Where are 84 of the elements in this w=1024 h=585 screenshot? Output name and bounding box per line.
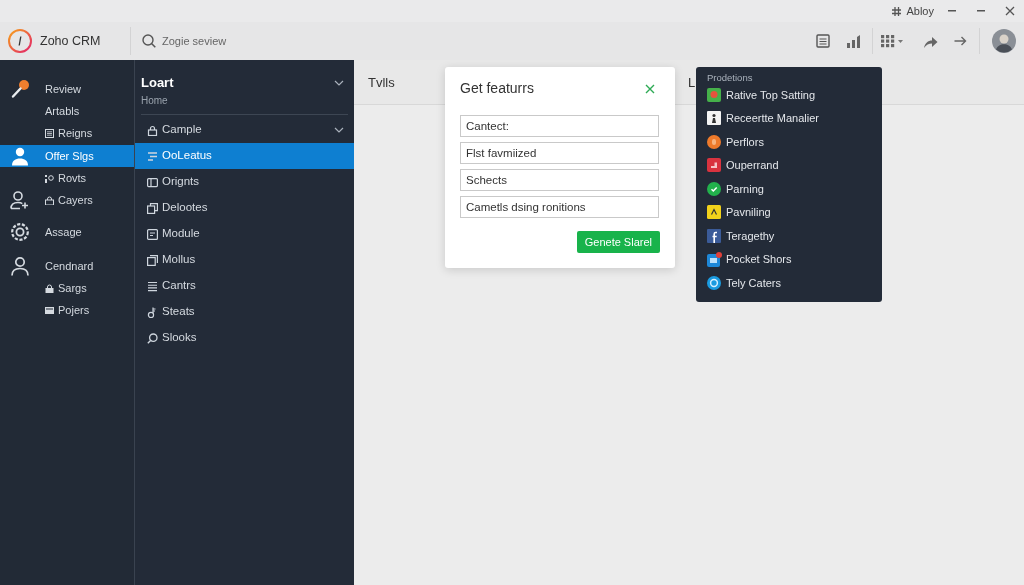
- sidebar-item[interactable]: Cendnard: [0, 255, 134, 277]
- grid-menu-icon[interactable]: [881, 34, 905, 48]
- sidebar-item[interactable]: Review: [0, 78, 134, 100]
- gear-icon: [10, 222, 30, 242]
- user-icon: [10, 256, 30, 276]
- nav-item[interactable]: Cantrs: [135, 273, 354, 299]
- list-box-icon: [45, 128, 54, 138]
- nav-item[interactable]: Cample: [135, 117, 354, 143]
- lock-icon: [147, 124, 158, 136]
- panel-subtitle: Home: [141, 94, 169, 107]
- tile-app-icon: [707, 205, 721, 220]
- sidebar-item[interactable]: Rovts: [0, 167, 134, 189]
- lock-icon: [45, 195, 54, 205]
- dots-icon: [45, 173, 54, 183]
- avatar-icon[interactable]: [992, 29, 1016, 53]
- menu-item[interactable]: Pavniling: [707, 200, 882, 224]
- logo-icon[interactable]: [8, 29, 32, 53]
- column-header: L: [688, 75, 696, 90]
- input-field[interactable]: Cantect:: [460, 115, 659, 137]
- share-icon[interactable]: [923, 34, 938, 48]
- sidebar-item[interactable]: Offer Slgs: [0, 145, 134, 167]
- figure-tile-icon: [707, 111, 721, 126]
- sidebar-item[interactable]: Sargs: [0, 277, 134, 299]
- menu-item[interactable]: Teragethy: [707, 224, 882, 248]
- minimize-icon[interactable]: [948, 10, 956, 12]
- pin-icon: [10, 79, 30, 99]
- menu-item[interactable]: Receertte Manalier: [707, 106, 882, 130]
- nav-item[interactable]: Module: [135, 221, 354, 247]
- arrow-right-icon[interactable]: [954, 35, 967, 47]
- dialog-title: Get featurrs: [460, 80, 534, 97]
- input-field[interactable]: Cametls dsing ronitions: [460, 196, 659, 218]
- tray-icon: [45, 305, 54, 315]
- copy-icon: [147, 254, 158, 266]
- menu-item[interactable]: Parning: [707, 177, 882, 201]
- panel-title: Loart: [141, 75, 174, 91]
- key-icon: [147, 306, 158, 318]
- lines-icon: [147, 150, 158, 162]
- menu-item[interactable]: Tely Caters: [707, 271, 882, 295]
- minimize-icon[interactable]: [977, 10, 985, 12]
- search-icon[interactable]: [142, 34, 156, 48]
- nav-item[interactable]: Delootes: [135, 195, 354, 221]
- sidebar-item[interactable]: Pojers: [0, 299, 134, 321]
- ring-circle-icon: [707, 275, 721, 290]
- chat-badge-icon: [707, 251, 722, 267]
- sidebar-item[interactable]: Reigns: [0, 122, 134, 144]
- nav-item[interactable]: Steats: [135, 299, 354, 325]
- close-icon[interactable]: [645, 83, 655, 94]
- list-icon: [147, 280, 158, 292]
- account-name: Abloy: [906, 3, 934, 19]
- chevron-down-icon[interactable]: [334, 127, 344, 133]
- nav-item[interactable]: OoLeatus: [135, 143, 354, 169]
- menu-item[interactable]: Perflors: [707, 130, 882, 154]
- window-icon: [147, 176, 158, 188]
- note-icon: [147, 228, 158, 240]
- sidebar-item[interactable]: Cayers: [0, 189, 134, 211]
- add-user-icon: [10, 190, 30, 210]
- copy-icon: [147, 202, 158, 214]
- f-logo-icon: [707, 228, 721, 243]
- sidebar-item[interactable]: Assage: [0, 221, 134, 243]
- menu-heading: Prodetions: [707, 73, 754, 83]
- nav-item[interactable]: Mollus: [135, 247, 354, 273]
- nav-item[interactable]: Orignts: [135, 169, 354, 195]
- check-circle-icon: [707, 181, 721, 196]
- input-field[interactable]: Schects: [460, 169, 659, 191]
- app-name: Zoho CRM: [40, 32, 101, 50]
- search-field[interactable]: Zogie seview: [162, 30, 382, 52]
- sidebar-item[interactable]: Artabls: [0, 100, 134, 122]
- nav-item[interactable]: Slooks: [135, 325, 354, 351]
- hash-icon: [892, 6, 902, 16]
- close-icon[interactable]: [1005, 6, 1015, 16]
- menu-item[interactable]: Ouperrand: [707, 153, 882, 177]
- blob-tile-icon: [707, 87, 721, 102]
- person-icon: [10, 146, 30, 166]
- bar-chart-icon[interactable]: [846, 34, 860, 48]
- menu-item[interactable]: Pocket Shors: [707, 247, 882, 271]
- square-app-icon: [707, 158, 721, 173]
- input-field[interactable]: Flst favmiized: [460, 142, 659, 164]
- circle-app-icon: [707, 134, 721, 149]
- lock-icon: [45, 283, 54, 293]
- menu-item[interactable]: Rative Top Satting: [707, 83, 882, 107]
- document-icon[interactable]: [816, 34, 830, 48]
- chevron-down-icon[interactable]: [334, 80, 344, 86]
- column-header: Tvlls: [368, 75, 395, 90]
- magnifier-icon: [147, 332, 158, 344]
